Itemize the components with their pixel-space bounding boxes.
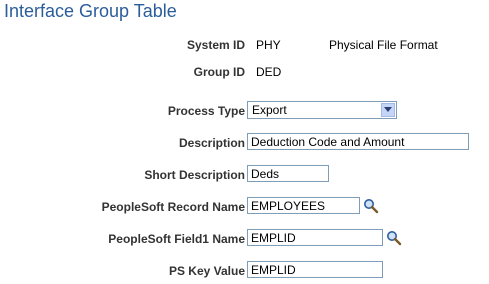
system-id-value: PHY xyxy=(256,38,281,52)
chevron-down-icon[interactable] xyxy=(381,103,395,117)
process-type-label: Process Type xyxy=(167,104,245,118)
system-id-description: Physical File Format xyxy=(329,38,438,52)
description-label: Description xyxy=(178,136,245,150)
short-description-field[interactable]: Deds xyxy=(247,165,329,182)
record-name-label: PeopleSoft Record Name xyxy=(101,200,245,214)
field1-name-label: PeopleSoft Field1 Name xyxy=(108,232,245,246)
system-id-label: System ID xyxy=(186,38,245,52)
magnifier-icon xyxy=(387,231,402,246)
process-type-selected: Export xyxy=(252,103,287,117)
page-title: Interface Group Table xyxy=(4,1,177,21)
short-description-label: Short Description xyxy=(144,168,245,182)
group-id-value: DED xyxy=(256,65,282,79)
description-field[interactable]: Deduction Code and Amount xyxy=(247,133,469,150)
group-id-label: Group ID xyxy=(193,65,245,79)
ps-key-value-field[interactable]: EMPLID xyxy=(247,261,383,278)
record-name-lookup-icon[interactable] xyxy=(363,198,379,214)
field1-name-lookup-icon[interactable] xyxy=(386,230,402,246)
magnifier-icon xyxy=(364,199,379,214)
field1-name-field[interactable]: EMPLID xyxy=(247,229,383,246)
process-type-dropdown[interactable]: Export xyxy=(247,101,397,119)
chevron-down-glyph xyxy=(384,107,392,112)
ps-key-value-label: PS Key Value xyxy=(168,264,245,278)
record-name-field[interactable]: EMPLOYEES xyxy=(247,197,360,214)
